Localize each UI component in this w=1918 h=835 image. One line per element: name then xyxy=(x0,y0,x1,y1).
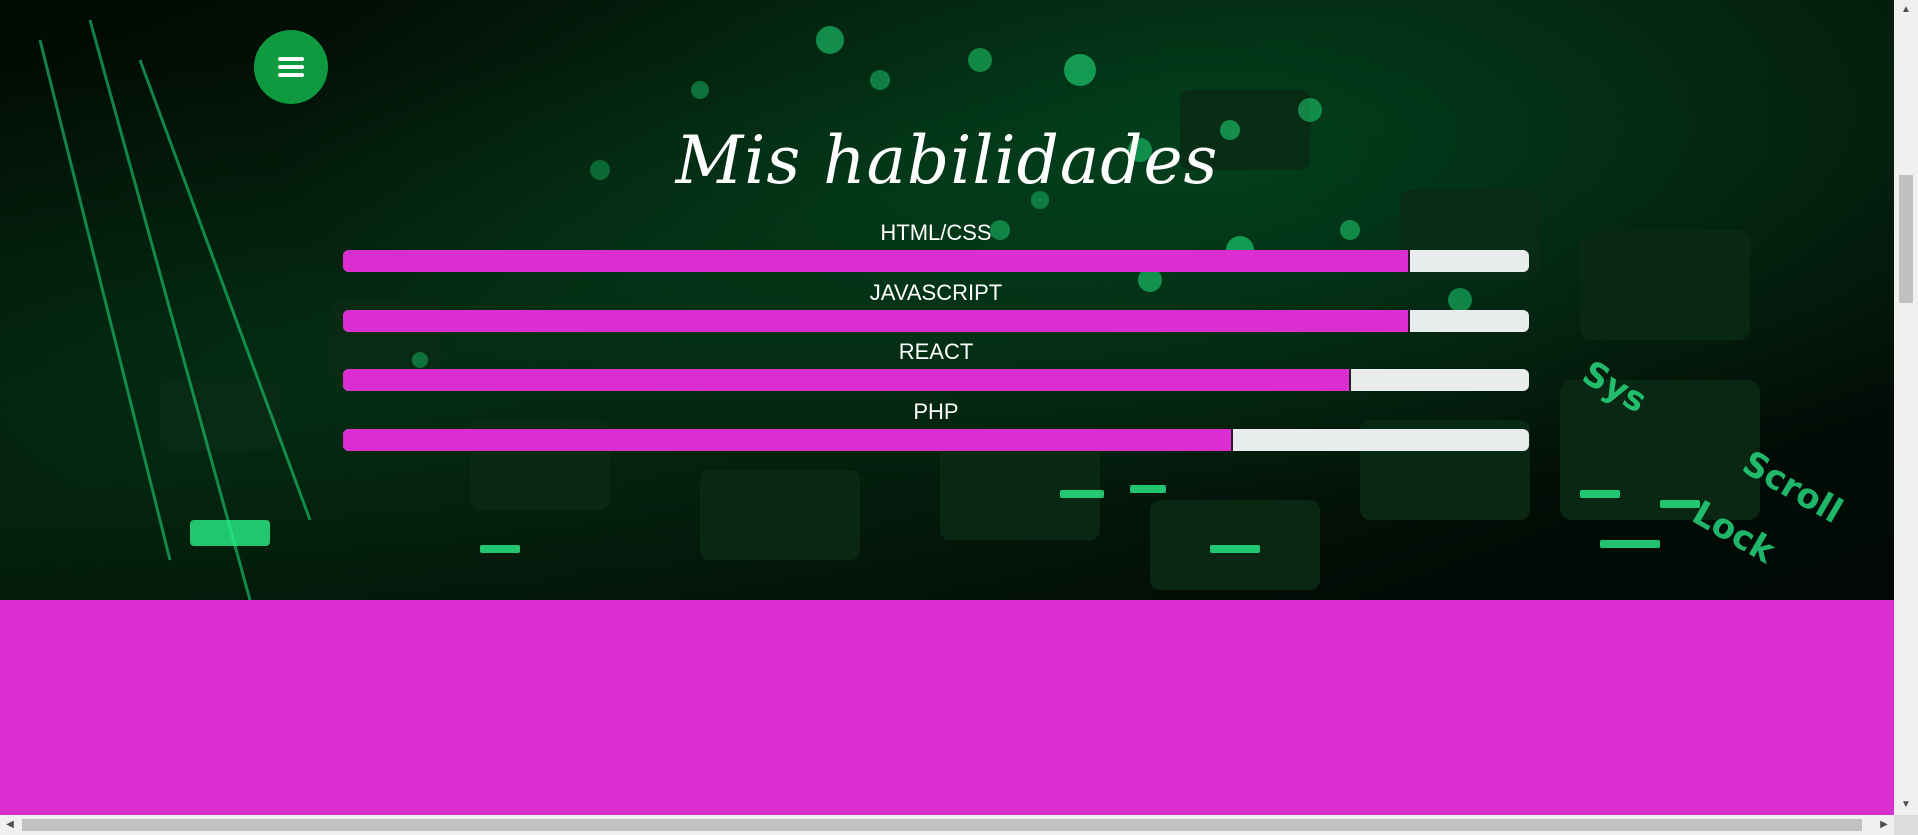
skill-item-php: PHP xyxy=(343,399,1529,451)
skill-label: REACT xyxy=(898,339,974,364)
skill-item-javascript: JAVASCRIPT xyxy=(343,280,1529,332)
horizontal-scroll-thumb[interactable] xyxy=(22,819,1862,831)
page-viewport: Lock Scroll Sys Mis habilidades HTML/CSS… xyxy=(0,0,1894,815)
skill-label: HTML/CSS xyxy=(880,220,992,245)
scroll-up-arrow-icon[interactable]: ▲ xyxy=(1894,0,1918,20)
skill-progress-fill xyxy=(343,310,1411,332)
scroll-left-arrow-icon[interactable]: ◀ xyxy=(0,815,20,835)
skill-progress-bar xyxy=(343,310,1529,332)
scroll-down-arrow-icon[interactable]: ▼ xyxy=(1894,795,1918,815)
scroll-right-arrow-icon[interactable]: ▶ xyxy=(1874,815,1894,835)
skill-item-react: REACT xyxy=(343,339,1529,391)
section-title: Mis habilidades xyxy=(675,122,1219,199)
skill-progress-fill xyxy=(343,429,1233,451)
hamburger-menu-icon xyxy=(278,53,304,81)
skill-progress-fill xyxy=(343,369,1352,391)
skill-item-html-css: HTML/CSS xyxy=(343,220,1529,272)
skill-progress-bar xyxy=(343,369,1529,391)
horizontal-scrollbar[interactable]: ◀ ▶ xyxy=(0,815,1894,835)
skill-label: PHP xyxy=(913,399,959,424)
skills-hero-section: Lock Scroll Sys Mis habilidades HTML/CSS… xyxy=(0,0,1894,600)
vertical-scrollbar[interactable]: ▲ ▼ xyxy=(1894,0,1918,815)
next-section-band xyxy=(0,600,1894,815)
skill-progress-bar xyxy=(343,250,1529,272)
scrollbar-corner xyxy=(1894,815,1918,835)
skill-progress-fill xyxy=(343,250,1411,272)
skill-progress-bar xyxy=(343,429,1529,451)
menu-toggle-button[interactable] xyxy=(254,30,328,104)
skill-label: JAVASCRIPT xyxy=(869,280,1003,305)
vertical-scroll-thumb[interactable] xyxy=(1899,175,1913,303)
